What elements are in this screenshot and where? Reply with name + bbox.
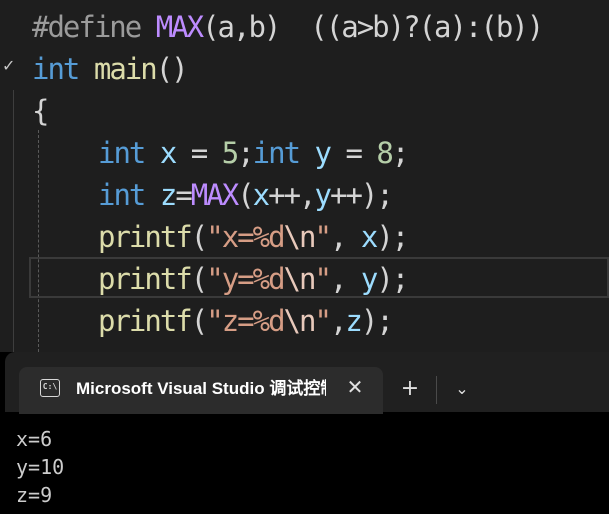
- keyword: int: [32, 52, 80, 86]
- terminal-tab[interactable]: C:\ Microsoft Visual Studio 调试控制台 ✕: [19, 367, 383, 414]
- string-literal: "x=%d: [206, 220, 285, 254]
- string-literal: ": [314, 220, 332, 254]
- function-name: printf: [98, 304, 193, 338]
- open-brace: {: [32, 94, 50, 128]
- operator: =: [175, 136, 222, 170]
- keyword: int: [252, 136, 301, 170]
- code-line-6[interactable]: printf("x=%d\n", x);: [32, 216, 409, 258]
- escape-sequence: \n: [283, 262, 317, 296]
- variable: z: [345, 304, 363, 338]
- punctuation: (: [190, 220, 209, 254]
- code-line-5[interactable]: int z=MAX(x++,y++);: [32, 174, 394, 216]
- keyword: int: [98, 136, 146, 170]
- variable: y: [314, 136, 333, 170]
- variable: x: [360, 220, 379, 254]
- console-output[interactable]: x=6 y=10 z=9: [16, 425, 596, 509]
- chevron-down-icon[interactable]: ⌄: [447, 374, 477, 404]
- variable: y: [314, 178, 333, 212]
- console-icon: C:\: [40, 379, 60, 397]
- number: 5: [221, 136, 240, 170]
- punctuation: ,: [329, 262, 361, 296]
- punctuation: ,: [329, 304, 348, 338]
- punctuation: (: [190, 304, 209, 338]
- variable: z: [159, 178, 178, 212]
- number: 8: [376, 136, 394, 170]
- function-name: printf: [98, 220, 193, 254]
- outline-guide: [13, 90, 14, 352]
- macro-name: MAX: [155, 10, 204, 44]
- code-line-3[interactable]: {: [32, 90, 50, 132]
- macro-name: MAX: [190, 178, 239, 212]
- escape-sequence: \n: [283, 304, 317, 338]
- operator: =: [329, 136, 377, 170]
- punctuation: );: [360, 178, 394, 212]
- operator: ++,: [268, 178, 316, 212]
- new-tab-button[interactable]: +: [395, 374, 425, 404]
- string-literal: "y=%d: [206, 262, 285, 296]
- code-line-1[interactable]: #define MAX(a,b) ((a>b)?(a):(b)): [32, 6, 544, 48]
- collapse-marker-icon[interactable]: ✓: [2, 56, 15, 75]
- code-editor[interactable]: ✓ #define MAX(a,b) ((a>b)?(a):(b)) int m…: [0, 0, 609, 352]
- macro-params: (a,b): [202, 10, 281, 44]
- operator: =: [175, 178, 193, 212]
- punctuation: ,: [329, 220, 361, 254]
- terminal-tabstrip: C:\ Microsoft Visual Studio 调试控制台 ✕ + ⌄: [5, 352, 609, 414]
- string-literal: ": [314, 262, 332, 296]
- code-line-7[interactable]: printf("y=%d\n", y);: [32, 258, 409, 300]
- output-line: z=9: [16, 483, 53, 507]
- variable: x: [159, 136, 178, 170]
- string-literal: ": [314, 304, 332, 338]
- string-literal: "z=%d: [206, 304, 285, 338]
- keyword: int: [98, 178, 146, 212]
- semicolon: ;: [391, 136, 410, 170]
- semicolon: ;: [237, 136, 255, 170]
- punctuation: (): [155, 52, 189, 86]
- operator: ++: [329, 178, 363, 212]
- punctuation: );: [376, 220, 409, 254]
- punctuation: );: [360, 304, 394, 338]
- punctuation: (: [237, 178, 255, 212]
- escape-sequence: \n: [283, 220, 317, 254]
- preprocessor-directive: #define: [32, 10, 142, 44]
- output-line: x=6: [16, 427, 53, 451]
- variable: y: [360, 262, 379, 296]
- debug-console-window: C:\ Microsoft Visual Studio 调试控制台 ✕ + ⌄ …: [0, 352, 609, 514]
- tab-title: Microsoft Visual Studio 调试控制台: [76, 379, 326, 398]
- code-line-2[interactable]: int main(): [32, 48, 189, 90]
- code-line-4[interactable]: int x = 5;int y = 8;: [32, 132, 410, 174]
- tab-separator: [436, 376, 437, 404]
- variable: x: [252, 178, 271, 212]
- punctuation: );: [376, 262, 409, 296]
- code-line-8[interactable]: printf("z=%d\n",z);: [32, 300, 394, 342]
- close-tab-button[interactable]: ✕: [341, 373, 369, 401]
- output-line: y=10: [16, 455, 65, 479]
- function-name: main: [93, 52, 158, 86]
- punctuation: (: [190, 262, 209, 296]
- function-name: printf: [98, 262, 193, 296]
- macro-body: ((a>b)?(a):(b)): [279, 10, 544, 44]
